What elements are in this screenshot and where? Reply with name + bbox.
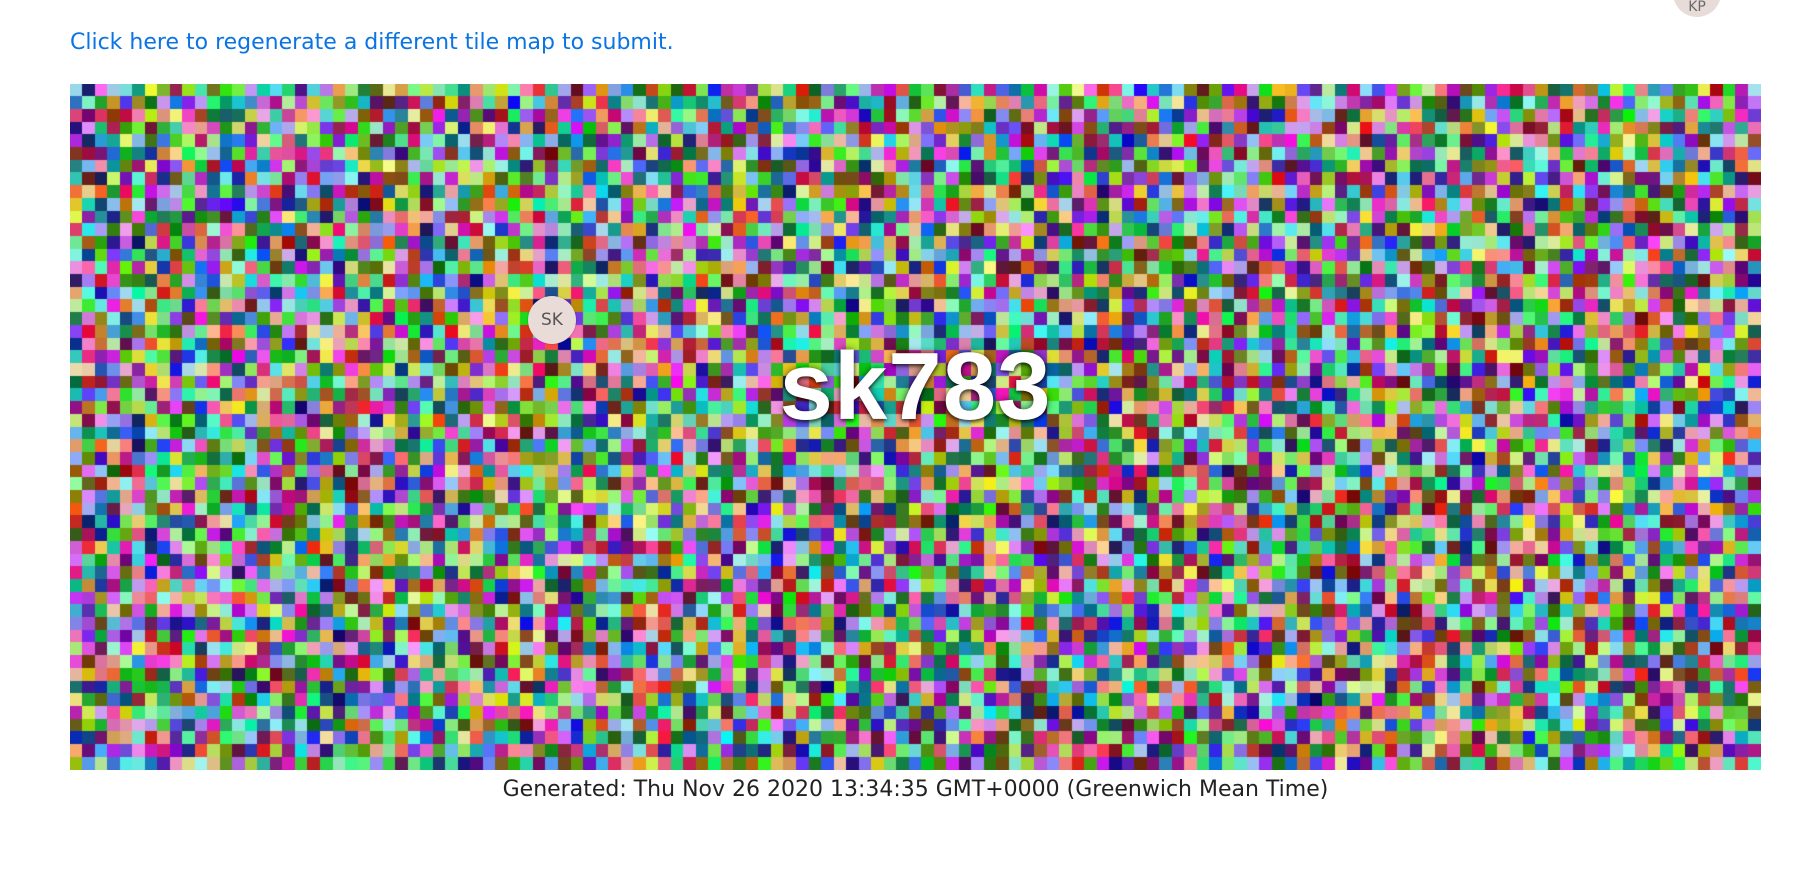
tile-map: SK sk783 xyxy=(70,84,1761,770)
regenerate-tilemap-link[interactable]: Click here to regenerate a different til… xyxy=(70,30,674,55)
page: KP Click here to regenerate a different … xyxy=(0,0,1818,876)
tile-map-avatar: SK xyxy=(528,296,576,344)
generated-timestamp: Generated: Thu Nov 26 2020 13:34:35 GMT+… xyxy=(502,777,1329,802)
tile-map-canvas xyxy=(70,84,1761,770)
user-avatar[interactable]: KP xyxy=(1673,0,1721,17)
